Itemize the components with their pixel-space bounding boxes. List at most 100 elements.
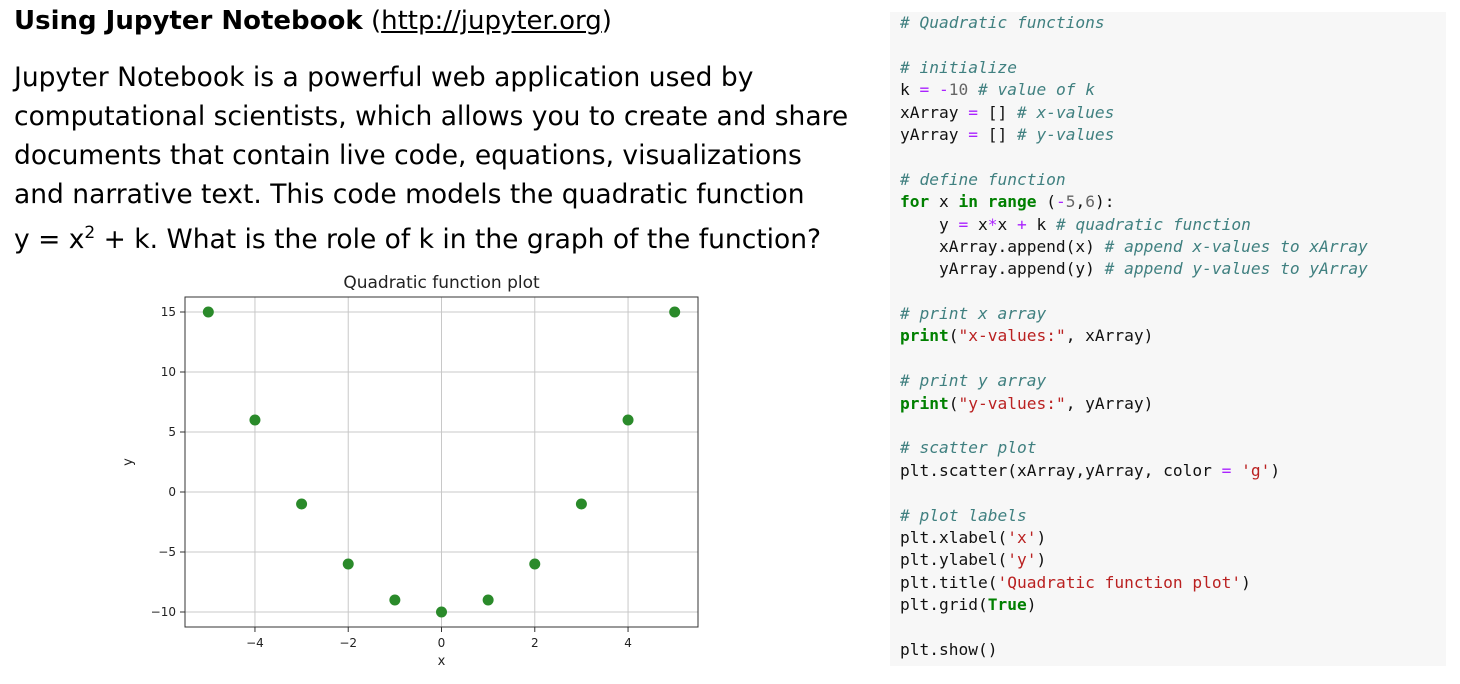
- scatter-plot: −4 −2 0 2 4 −10 −5 0 5 10 15 Quadratic function plo…: [110, 262, 710, 682]
- code-token: =: [1221, 460, 1232, 480]
- code-token: ):: [1094, 192, 1115, 212]
- code-token: # scatter plot: [900, 438, 1037, 458]
- code-token: True: [987, 595, 1027, 615]
- code-token: plt.title(: [900, 572, 998, 592]
- code-token: []: [977, 124, 1017, 144]
- code-token: plt.scatter(xArray,yArray, color: [900, 460, 1222, 480]
- code-line: yArray = [] # y-values: [900, 124, 1446, 146]
- x-axis-label: x: [438, 654, 446, 669]
- code-token: # x-values: [1016, 102, 1115, 122]
- code-token: []: [977, 102, 1017, 122]
- heading-title: Using Jupyter Notebook: [14, 6, 363, 36]
- code-token: # define function: [900, 169, 1066, 189]
- heading-link-close: ): [601, 6, 612, 36]
- scatter-point: [249, 414, 261, 426]
- y-tick-label: 5: [168, 425, 176, 439]
- code-token: ): [1036, 527, 1047, 547]
- code-token: 10: [948, 80, 969, 100]
- code-token: 'g': [1241, 460, 1271, 480]
- code-token: 'Quadratic function plot': [997, 572, 1242, 592]
- x-tick-label: 0: [438, 636, 446, 650]
- scatter-point: [342, 558, 354, 570]
- scatter-point: [669, 306, 681, 318]
- code-token: range: [987, 192, 1037, 212]
- scatter-point: [296, 498, 308, 510]
- code-line: plt.show(): [900, 639, 1446, 661]
- question-line: and narrative text. This code models the…: [14, 179, 805, 210]
- code-token: k: [900, 80, 920, 100]
- code-token: # append y-values to yArray: [1104, 259, 1368, 279]
- y-tick-label: −5: [158, 545, 176, 559]
- code-token: k: [1026, 214, 1056, 234]
- code-line: plt.title('Quadratic function plot'): [900, 572, 1446, 594]
- code-token: , xArray): [1065, 326, 1154, 346]
- code-token: ): [1036, 550, 1047, 570]
- scatter-point: [436, 606, 447, 618]
- code-token: x: [997, 214, 1017, 234]
- code-token: xArray.append(x): [900, 236, 1105, 256]
- code-cell[interactable]: # Quadratic functions # initialize k = -1…: [890, 12, 1446, 666]
- question-eq-sup: 2: [84, 223, 96, 243]
- code-token: ): [1241, 572, 1251, 592]
- jupyter-link[interactable]: http://jupyter.org: [381, 6, 602, 36]
- code-line: # Quadratic functions: [900, 12, 1446, 34]
- scatter-point: [482, 594, 494, 606]
- code-token: # y-values: [1016, 124, 1115, 144]
- code-token: "y-values:": [958, 393, 1066, 413]
- code-line: print("y-values:", yArray): [900, 393, 1446, 415]
- code-token: print: [900, 326, 949, 346]
- code-line: # print y array: [900, 370, 1446, 392]
- code-token: # value of k: [978, 80, 1095, 100]
- code-token: for: [900, 192, 930, 212]
- code-token: plt.ylabel(: [900, 550, 1008, 570]
- code-token: , yArray): [1065, 393, 1154, 413]
- code-token: in: [958, 192, 979, 212]
- x-tick-label: −2: [339, 636, 357, 650]
- question-line: documents that contain live code, equati…: [14, 140, 802, 171]
- code-token: -: [1055, 192, 1066, 212]
- code-line: y = x*x + k # quadratic function: [900, 214, 1446, 236]
- y-tick-label: −10: [151, 605, 176, 619]
- code-token: x: [929, 192, 959, 212]
- code-token: 'x': [1007, 527, 1037, 547]
- y-tick-label: 0: [168, 485, 176, 499]
- code-token: xArray: [900, 102, 969, 122]
- code-line: plt.grid(True): [900, 594, 1446, 616]
- code-line: # initialize: [900, 57, 1446, 79]
- code-token: =: [968, 124, 978, 144]
- code-line: # scatter plot: [900, 437, 1446, 459]
- scatter-point: [389, 594, 401, 606]
- question-eq-post: + k. What is the role of k in the graph …: [95, 223, 822, 255]
- scatter-point: [575, 498, 587, 510]
- code-token: # print x array: [900, 304, 1047, 324]
- code-token: =: [919, 80, 930, 100]
- question-line: computational scientists, which allows y…: [14, 101, 849, 132]
- chart-title: Quadratic function plot: [343, 273, 540, 293]
- code-token: ): [1270, 460, 1281, 480]
- code-line: # define function: [900, 169, 1446, 191]
- chart-svg: −4 −2 0 2 4 −10 −5 0 5 10 15 Quadratic function plo…: [121, 273, 699, 669]
- code-line: plt.ylabel('y'): [900, 549, 1446, 571]
- scatter-point: [202, 306, 214, 318]
- code-token: # initialize: [900, 57, 1017, 77]
- code-token: # plot labels: [900, 505, 1027, 525]
- code-token: 6: [1085, 192, 1095, 212]
- x-tick-label: −4: [246, 636, 264, 650]
- x-tick-label: 4: [624, 636, 632, 650]
- code-line: k = -10 # value of k: [900, 79, 1446, 101]
- heading-link-open: (: [370, 6, 382, 36]
- code-token: plt.xlabel(: [900, 527, 1008, 547]
- y-axis-label: y: [121, 458, 136, 466]
- code-token: "x-values:": [958, 326, 1066, 346]
- code-token: =: [958, 214, 969, 234]
- code-token: # print y array: [900, 371, 1047, 391]
